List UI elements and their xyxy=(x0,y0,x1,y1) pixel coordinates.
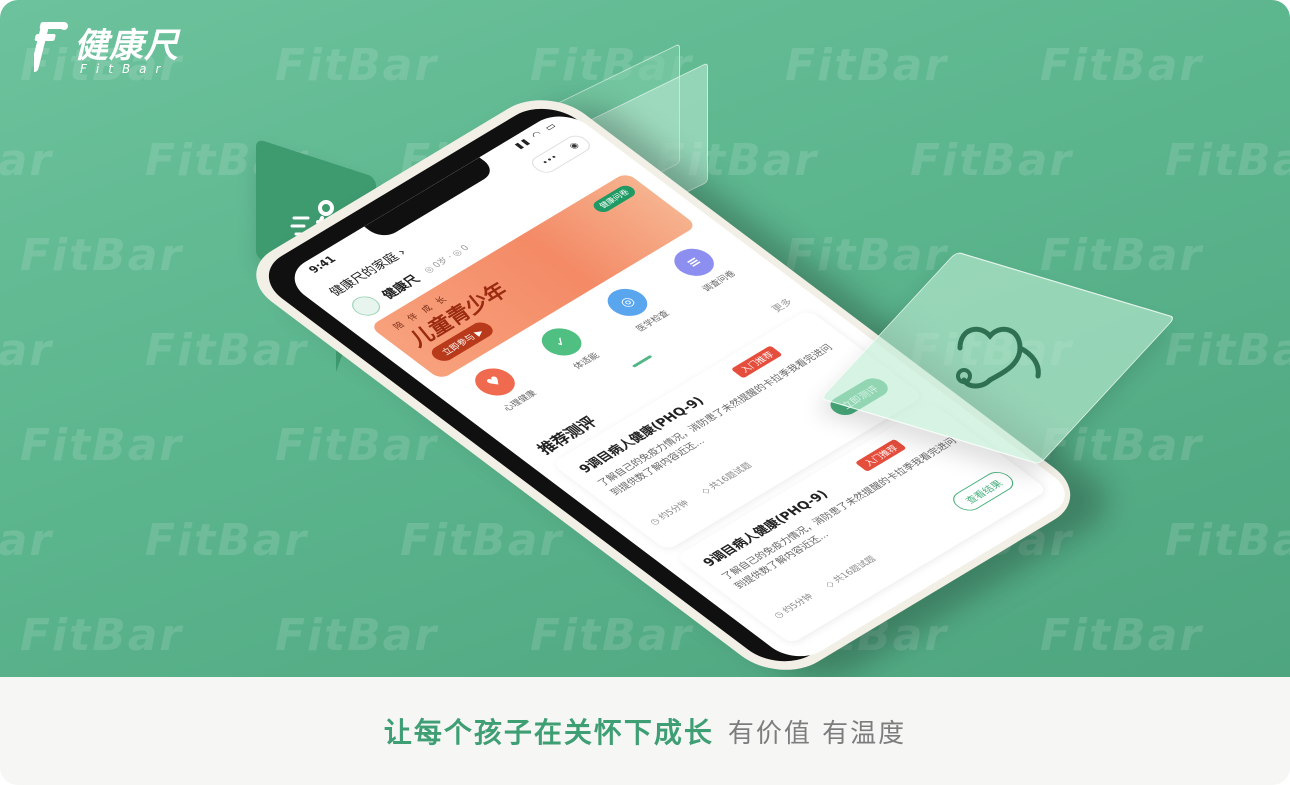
promo-card: FitBar FitBar FitBar FitBar FitBar FitBar FitB… xyxy=(0,0,1290,785)
watermark-text: FitBar xyxy=(0,135,54,186)
phone-notch xyxy=(364,157,498,241)
watermark-text: FitBar xyxy=(20,610,184,661)
brand-name-cn: 健康尺 xyxy=(74,26,179,66)
slogan-sub: 有价值 有温度 xyxy=(727,718,907,749)
watermark-text: FitBar xyxy=(275,610,439,661)
view-result-button[interactable]: 查看结果 xyxy=(947,468,1020,515)
test-count: ◇ 共16题试题 xyxy=(699,461,755,497)
watermark-text: FitBar xyxy=(1165,515,1290,566)
more-icon[interactable]: ••• xyxy=(540,153,561,167)
slogan-main: 让每个孩子在关怀下成长 xyxy=(383,716,714,749)
watermark-text: FitBar xyxy=(145,515,309,566)
close-icon[interactable]: ◉ xyxy=(567,141,582,151)
watermark-text: FitBar xyxy=(20,230,184,281)
footer-bar: 让每个孩子在关怀下成长 有价值 有温度 xyxy=(0,677,1290,785)
brand-mark-icon xyxy=(34,22,68,72)
watermark-text: FitBar xyxy=(1040,40,1204,91)
section-more-link[interactable]: 更多 xyxy=(767,295,796,314)
brand-name-en: FitBar xyxy=(80,62,170,76)
watermark-text: FitBar xyxy=(1165,325,1290,376)
watermark-text: FitBar xyxy=(1165,135,1290,186)
watermark-text: FitBar xyxy=(910,135,1074,186)
stethoscope-icon xyxy=(956,326,1041,389)
watermark-text: FitBar xyxy=(275,40,439,91)
watermark-text: FitBar xyxy=(1040,610,1204,661)
watermark-text: FitBar xyxy=(0,325,54,376)
hero-banner: FitBar FitBar FitBar FitBar FitBar FitBar FitB… xyxy=(0,0,1290,677)
watermark-text: FitBar xyxy=(20,420,184,471)
watermark-text: FitBar xyxy=(1040,230,1204,281)
app-logo-icon xyxy=(346,292,386,320)
test-count: ◇ 共16题试题 xyxy=(823,555,879,590)
watermark-text: FitBar xyxy=(0,515,54,566)
test-duration: ◷ 约5分钟 xyxy=(648,499,693,527)
status-time: 9:41 xyxy=(305,253,340,276)
test-duration: ◷ 约5分钟 xyxy=(772,592,817,621)
slogan: 让每个孩子在关怀下成长 有价值 有温度 xyxy=(0,677,1290,785)
watermark-text: FitBar xyxy=(785,40,949,91)
banner-tag[interactable]: 健康问卷 xyxy=(590,183,639,215)
